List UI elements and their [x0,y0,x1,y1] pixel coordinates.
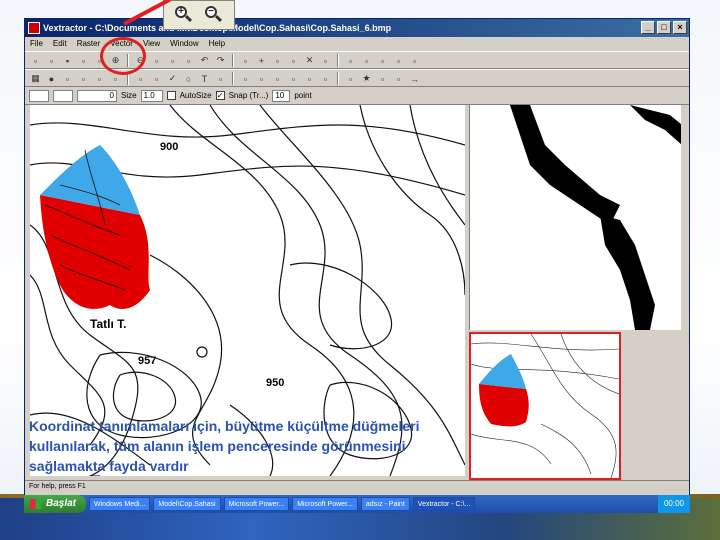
palette-icon[interactable]: ▦ [29,72,42,85]
new-icon[interactable]: ▫ [29,54,42,67]
transform-icon[interactable]: ▫ [287,72,300,85]
arrow-icon[interactable]: → [408,72,421,85]
pan-icon[interactable]: ▫ [166,54,179,67]
menu-edit[interactable]: Edit [53,37,67,51]
vector-icon[interactable]: ▫ [344,54,357,67]
option-field-a[interactable] [29,89,49,102]
raster-icon[interactable]: ▫ [319,54,332,67]
zoomed-pixels [510,105,681,330]
unit-label: point [294,91,312,100]
delete-icon[interactable]: ✕ [303,54,316,67]
close-button[interactable]: × [673,21,687,34]
dash-icon[interactable]: ▫ [392,72,405,85]
redo-icon[interactable]: ↷ [214,54,227,67]
cross-icon[interactable]: + [255,54,268,67]
taskbar-item[interactable]: Microsoft Power... [223,497,290,511]
info-icon[interactable]: ▫ [408,54,421,67]
taskbar: Başlat Windows Medi... Model\Cop.Sahasi … [24,495,690,513]
brush-icon[interactable]: ▫ [214,72,227,85]
menu-view[interactable]: View [143,37,160,51]
layer-icon[interactable]: ▫ [376,54,389,67]
star-icon[interactable]: ★ [360,72,373,85]
taskbar-item[interactable]: Windows Medi... [89,497,151,511]
zoom-out-icon[interactable]: − [205,6,223,24]
erase-icon[interactable]: ▫ [239,72,252,85]
menu-raster[interactable]: Raster [77,37,101,51]
fill-icon[interactable]: ▫ [61,72,74,85]
taskbar-item[interactable]: Microsoft Power... [292,497,358,511]
zero-field[interactable]: 0 [77,89,117,102]
save-icon[interactable]: ▪ [61,54,74,67]
maximize-button[interactable]: □ [657,21,671,34]
toolbar-separator [232,54,234,67]
curve-icon[interactable]: ▫ [287,54,300,67]
overview-map [471,334,619,478]
table-icon[interactable]: ▫ [376,72,389,85]
autosize-label: AutoSize [179,91,212,100]
text-icon[interactable]: T [198,72,211,85]
node-icon[interactable]: ▫ [134,72,147,85]
overview-thumbnail[interactable] [469,332,621,480]
start-button[interactable]: Başlat [24,495,87,513]
zoom-highlight-circle [100,37,146,75]
windows-logo-icon [30,499,41,509]
fit-icon[interactable]: ▫ [150,54,163,67]
slide-caption: Koordinat tanımlamaları için, büyütme kü… [29,418,420,474]
size-label: Size [121,91,137,100]
undo-icon[interactable]: ↶ [198,54,211,67]
options-bar: 0 Size 1.0 AutoSize ✓ Snap (Tr...) 10 po… [25,87,689,105]
toolbar-separator [337,72,339,85]
taskbar-item[interactable]: adsız - Paint [360,497,410,511]
toolbar-separator [337,54,339,67]
smooth-icon[interactable]: ▫ [150,72,163,85]
measure-icon[interactable]: ▫ [255,72,268,85]
place-label: Tatlı T. [90,317,126,331]
contour-label-900: 900 [160,141,178,153]
peak-label: 957 [138,355,156,367]
filter-icon[interactable]: ▫ [77,72,90,85]
toolbar-separator [232,72,234,85]
taskbar-item-active[interactable]: Vextractor - C:\... [412,497,476,511]
circle-icon[interactable]: ○ [182,72,195,85]
vector-edit-icon[interactable]: ▫ [360,54,373,67]
color-icon[interactable]: ▫ [392,54,405,67]
bitmap-icon[interactable]: ▫ [93,72,106,85]
taskbar-item[interactable]: Model\Cop.Sahasi [153,497,221,511]
snap-label: Snap (Tr...) [228,91,269,100]
zoom-in-icon[interactable]: + [175,6,193,24]
zoom-buttons-callout: + − [163,0,235,30]
pencil-icon[interactable]: ▫ [344,72,357,85]
app-icon [28,22,40,34]
status-bar: For help, press F1 [25,480,689,492]
line-icon[interactable]: ▫ [271,54,284,67]
grid-icon[interactable]: ▫ [239,54,252,67]
menu-window[interactable]: Window [170,37,198,51]
system-tray-clock[interactable]: 00:00 [657,495,690,513]
menu-file[interactable]: File [30,37,43,51]
print-icon[interactable]: ▫ [77,54,90,67]
menu-help[interactable]: Help [209,37,225,51]
snap-value-field[interactable]: 10 [272,89,291,102]
option-field-b[interactable] [53,89,73,102]
size-field[interactable]: 1.0 [140,89,163,102]
snap-checkbox[interactable]: ✓ [215,91,225,100]
contour-label-950: 950 [266,377,284,389]
select-icon[interactable]: ▫ [182,54,195,67]
marker-icon[interactable]: ▫ [319,72,332,85]
minimize-button[interactable]: _ [641,21,655,34]
eye-icon[interactable]: ▫ [271,72,284,85]
open-icon[interactable]: ▫ [45,54,58,67]
magic-icon[interactable]: ▫ [303,72,316,85]
zoomed-detail-pane[interactable] [469,105,681,330]
autosize-checkbox[interactable] [166,91,176,100]
globe-icon[interactable]: ● [45,72,58,85]
check-icon[interactable]: ✓ [166,72,179,85]
